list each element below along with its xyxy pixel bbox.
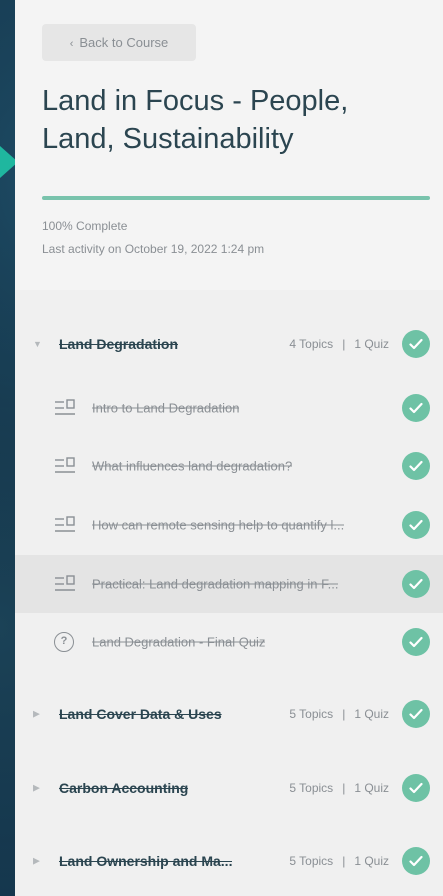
triangle-right-icon: ▶ (33, 855, 40, 866)
lesson-meta: 4 Topics | 1 Quiz (289, 337, 389, 351)
check-circle-icon (402, 452, 430, 480)
lesson-list: ▼ Land Degradation 4 Topics | 1 Quiz Intro… (15, 290, 443, 896)
check-circle-icon (402, 394, 430, 422)
back-to-course-button[interactable]: ‹ Back to Course (42, 24, 196, 61)
lesson-quiz-count: 1 Quiz (354, 854, 389, 868)
triangle-right-icon: ▶ (33, 708, 40, 719)
check-circle-icon (402, 330, 430, 358)
lesson-topics-count: 5 Topics (289, 707, 334, 721)
meta-separator: | (342, 337, 346, 351)
meta-separator: | (342, 854, 346, 868)
lesson-meta: 5 Topics | 1 Quiz (289, 854, 389, 868)
progress-bar-fill (42, 196, 430, 200)
lesson-meta: 5 Topics | 1 Quiz (289, 781, 389, 795)
lesson-row-land-cover[interactable]: ▶ Land Cover Data & Uses 5 Topics | 1 Quiz (15, 685, 443, 743)
lesson-row-land-degradation[interactable]: ▼ Land Degradation 4 Topics | 1 Quiz (15, 315, 443, 373)
quiz-title[interactable]: Land Degradation - Final Quiz (92, 635, 265, 650)
back-to-course-label: Back to Course (79, 35, 169, 50)
topic-title[interactable]: What influences land degradation? (92, 459, 292, 474)
last-activity-label: Last activity on October 19, 2022 1:24 p… (42, 242, 265, 256)
lesson-title[interactable]: Land Cover Data & Uses (59, 706, 222, 722)
lesson-title[interactable]: Land Degradation (59, 336, 178, 352)
lesson-quiz-count: 1 Quiz (354, 707, 389, 721)
topic-row[interactable]: How can remote sensing help to quantify … (15, 496, 443, 554)
lesson-quiz-count: 1 Quiz (354, 337, 389, 351)
lesson-topics-count: 5 Topics (289, 854, 334, 868)
lesson-topics-count: 5 Topics (289, 781, 334, 795)
meta-separator: | (342, 781, 346, 795)
check-circle-icon (402, 628, 430, 656)
topic-title[interactable]: How can remote sensing help to quantify … (92, 518, 344, 533)
lesson-row-land-ownership[interactable]: ▶ Land Ownership and Ma... 5 Topics | 1 Qu… (15, 832, 443, 890)
check-circle-icon (402, 700, 430, 728)
check-circle-icon (402, 774, 430, 802)
lesson-title[interactable]: Land Ownership and Ma... (59, 853, 232, 869)
topic-title[interactable]: Intro to Land Degradation (92, 401, 239, 416)
topic-row-active[interactable]: Practical: Land degradation mapping in F… (15, 555, 443, 613)
quiz-row[interactable]: ? Land Degradation - Final Quiz (15, 613, 443, 671)
course-title: Land in Focus - People, Land, Sustainabi… (42, 85, 349, 155)
lesson-title[interactable]: Carbon Accounting (59, 780, 188, 796)
question-circle-icon: ? (54, 632, 74, 652)
lesson-quiz-count: 1 Quiz (354, 781, 389, 795)
meta-separator: | (342, 707, 346, 721)
course-header: ‹ Back to Course Land in Focus - People, … (15, 0, 443, 290)
lesson-topics-count: 4 Topics (289, 337, 334, 351)
topic-lines-icon (55, 457, 75, 473)
triangle-right-icon: ▶ (33, 782, 40, 793)
progress-bar (42, 196, 430, 200)
check-circle-icon (402, 570, 430, 598)
topic-title[interactable]: Practical: Land degradation mapping in F… (92, 577, 338, 592)
chevron-left-icon: ‹ (69, 38, 74, 50)
topic-lines-icon (55, 575, 75, 591)
lesson-row-carbon-accounting[interactable]: ▶ Carbon Accounting 5 Topics | 1 Quiz (15, 759, 443, 817)
topic-row[interactable]: What influences land degradation? (15, 437, 443, 495)
topic-lines-icon (55, 399, 75, 415)
topic-row[interactable]: Intro to Land Degradation (15, 379, 443, 437)
lesson-meta: 5 Topics | 1 Quiz (289, 707, 389, 721)
course-panel: ‹ Back to Course Land in Focus - People, … (15, 0, 443, 896)
triangle-down-icon: ▼ (33, 339, 42, 349)
check-circle-icon (402, 847, 430, 875)
progress-percent-label: 100% Complete (42, 219, 128, 233)
topic-lines-icon (55, 516, 75, 532)
check-circle-icon (402, 511, 430, 539)
